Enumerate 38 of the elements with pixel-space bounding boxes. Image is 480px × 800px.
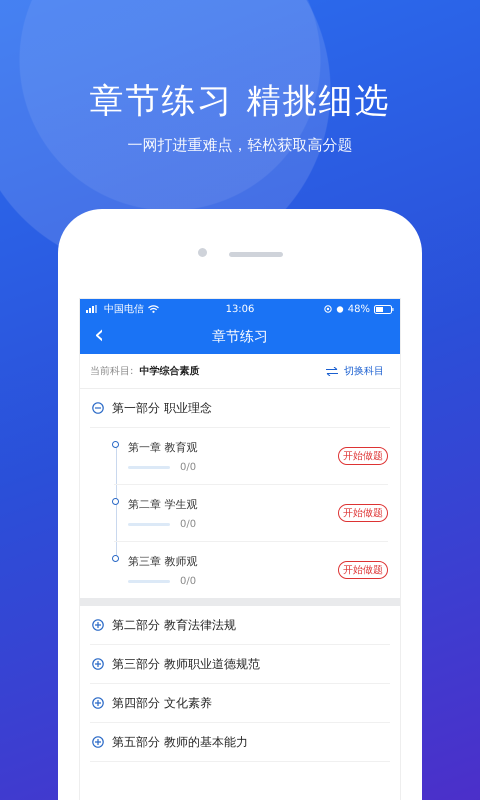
- switch-subject-button[interactable]: 切换科目: [326, 364, 384, 378]
- carrier-text: 中国电信: [104, 302, 144, 316]
- start-button[interactable]: 开始做题: [338, 504, 388, 522]
- expand-icon[interactable]: [92, 658, 104, 670]
- section-row[interactable]: 第二部分 教育法律法规: [90, 606, 390, 645]
- chapter-title: 第一章 教育观: [128, 440, 198, 454]
- back-button[interactable]: ‹: [90, 321, 108, 349]
- subject-name: 中学综合素质: [139, 364, 200, 378]
- status-time: 13:06: [226, 304, 254, 314]
- camera-icon: [198, 248, 206, 256]
- signal-icon: [86, 305, 100, 313]
- battery-icon: [374, 304, 394, 314]
- expand-icon[interactable]: [92, 736, 104, 748]
- headline: 章节练习 精挑细选: [90, 80, 390, 123]
- subject-label: 当前科目:: [90, 364, 134, 378]
- node-icon: [112, 441, 119, 448]
- subtitle: 一网打进重难点，轻松获取高分题: [128, 136, 352, 155]
- expand-icon[interactable]: [92, 697, 104, 709]
- expand-icon[interactable]: [92, 619, 104, 631]
- collapse-icon[interactable]: [92, 402, 104, 414]
- chapter-title: 第二章 学生观: [128, 496, 198, 512]
- page-title: 章节练习: [212, 328, 268, 346]
- start-button[interactable]: 开始做题: [338, 447, 388, 465]
- progress-count: 0/0: [180, 518, 196, 530]
- section-row[interactable]: 第四部分 文化素养: [90, 684, 390, 723]
- node-icon: [112, 555, 119, 562]
- speaker-icon: [228, 252, 282, 256]
- section-row[interactable]: 第五部分 教师的基本能力: [90, 723, 390, 762]
- progress-count: 0/0: [180, 576, 196, 586]
- swap-icon: [326, 366, 338, 376]
- start-button[interactable]: 开始做题: [338, 561, 388, 579]
- battery-text: 48%: [348, 304, 370, 314]
- progress-count: 0/0: [180, 462, 196, 472]
- section-row[interactable]: 第三部分 教师职业道德规范: [90, 645, 390, 684]
- chapter-title: 第三章 教师观: [128, 554, 198, 568]
- node-icon: [112, 498, 119, 505]
- section-row[interactable]: 第一部分 职业理念: [90, 389, 390, 428]
- wifi-icon: [148, 305, 159, 313]
